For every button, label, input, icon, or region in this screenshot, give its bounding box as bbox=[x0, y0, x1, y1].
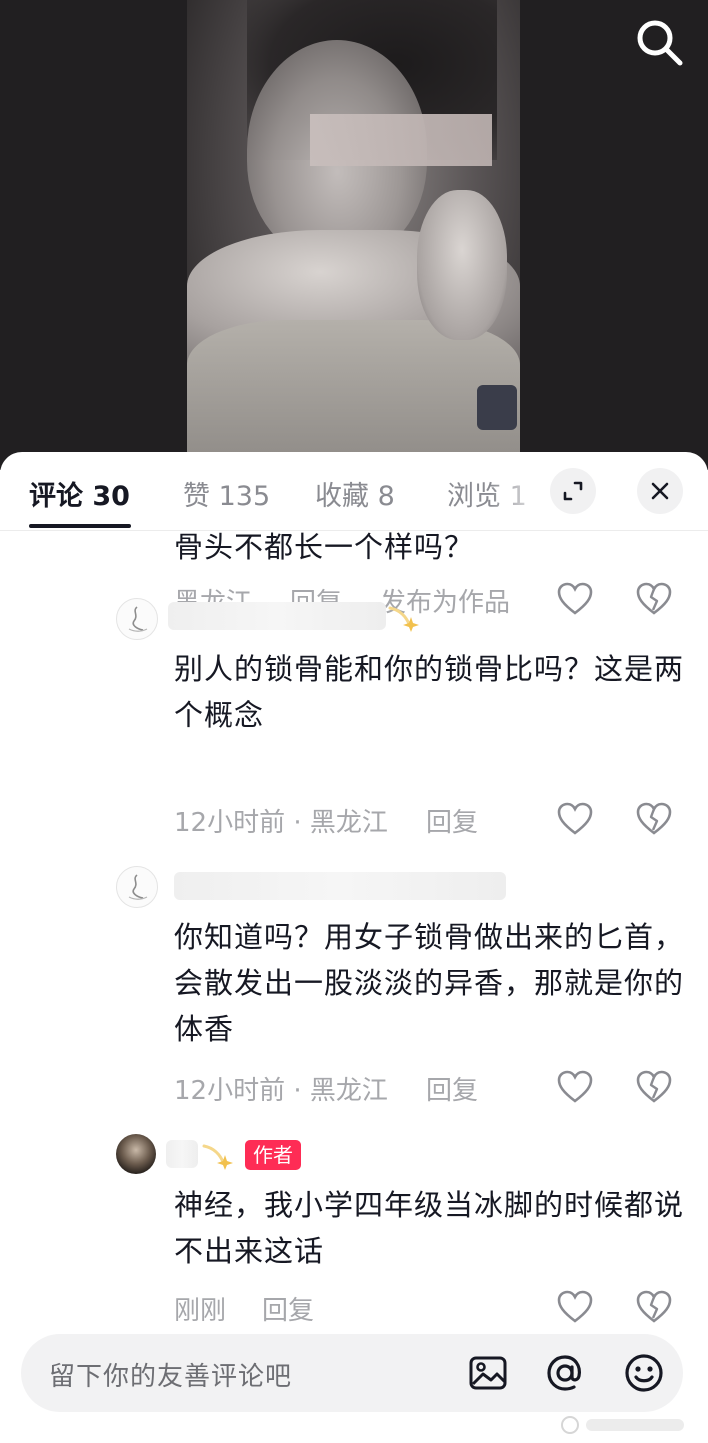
video-preview[interactable] bbox=[0, 0, 708, 470]
reply-button[interactable]: 回复 bbox=[426, 802, 478, 839]
reply-button[interactable]: 回复 bbox=[262, 1290, 314, 1327]
author-badge: 作者 bbox=[245, 1140, 301, 1170]
comment-input-bar[interactable]: 留下你的友善评论吧 bbox=[21, 1334, 683, 1412]
comment-text: 你知道吗？用女子锁骨做出来的匕首，会散发出一股淡淡的异香，那就是你的体香 bbox=[174, 920, 685, 1046]
at-icon[interactable] bbox=[544, 1352, 586, 1394]
comment-time: 刚刚 bbox=[174, 1296, 227, 1326]
photo-wrist bbox=[477, 385, 517, 430]
comment-list: 骨头不都长一个样吗？ 黑龙江 回复 发布为作品 bbox=[0, 530, 708, 1335]
username-blurred[interactable] bbox=[174, 872, 506, 900]
username-blurred[interactable] bbox=[166, 1140, 198, 1168]
dislike-icon[interactable] bbox=[636, 802, 672, 836]
tab-likes[interactable]: 赞 135 bbox=[183, 474, 270, 513]
tabs-fade bbox=[490, 452, 550, 528]
comment-text: 骨头不都长一个样吗？ bbox=[174, 530, 475, 564]
comment-sheet: 评论 30 赞 135 收藏 8 浏览 1 骨头不都长一个样吗？ 黑龙江 回复 … bbox=[0, 452, 708, 1443]
sparkle-icon bbox=[202, 1144, 233, 1170]
username-blurred[interactable] bbox=[168, 602, 386, 630]
comment-time-location: 12小时前 · 黑龙江 bbox=[174, 1076, 388, 1106]
tab-bar: 评论 30 赞 135 收藏 8 浏览 1 bbox=[0, 452, 708, 531]
censor-bar bbox=[310, 114, 492, 166]
watermark-mark bbox=[561, 1416, 684, 1434]
sparkle-icon bbox=[388, 606, 419, 632]
comment-time-location: 12小时前 · 黑龙江 bbox=[174, 808, 388, 838]
avatar[interactable] bbox=[116, 598, 158, 640]
expand-icon bbox=[563, 481, 583, 501]
avatar-sketch-icon bbox=[128, 606, 148, 632]
close-icon bbox=[651, 482, 669, 500]
close-button[interactable] bbox=[637, 468, 683, 514]
comment-text: 别人的锁骨能和你的锁骨比吗？这是两个概念 bbox=[174, 652, 685, 732]
video-frame bbox=[187, 0, 520, 470]
heart-icon[interactable] bbox=[557, 1290, 593, 1324]
image-icon[interactable] bbox=[467, 1352, 509, 1394]
tab-comments[interactable]: 评论 30 bbox=[29, 474, 130, 513]
heart-icon[interactable] bbox=[557, 582, 593, 616]
comment-input-placeholder[interactable]: 留下你的友善评论吧 bbox=[49, 1356, 292, 1393]
avatar[interactable] bbox=[116, 1134, 156, 1174]
emoji-icon[interactable] bbox=[623, 1352, 665, 1394]
avatar-sketch-icon bbox=[128, 874, 148, 900]
active-tab-indicator bbox=[29, 524, 131, 528]
comment-text: 神经，我小学四年级当冰脚的时候都说不出来这话 bbox=[174, 1188, 685, 1268]
expand-button[interactable] bbox=[550, 468, 596, 514]
search-icon[interactable] bbox=[632, 16, 686, 70]
heart-icon[interactable] bbox=[557, 1070, 593, 1104]
reply-button[interactable]: 回复 bbox=[426, 1070, 478, 1107]
dislike-icon[interactable] bbox=[636, 1070, 672, 1104]
photo-hand bbox=[417, 190, 507, 340]
dislike-icon[interactable] bbox=[636, 582, 672, 616]
watermark bbox=[560, 1414, 690, 1436]
avatar[interactable] bbox=[116, 866, 158, 908]
photo-towel bbox=[187, 320, 520, 470]
heart-icon[interactable] bbox=[557, 802, 593, 836]
dislike-icon[interactable] bbox=[636, 1290, 672, 1324]
tab-favorites[interactable]: 收藏 8 bbox=[315, 474, 395, 513]
